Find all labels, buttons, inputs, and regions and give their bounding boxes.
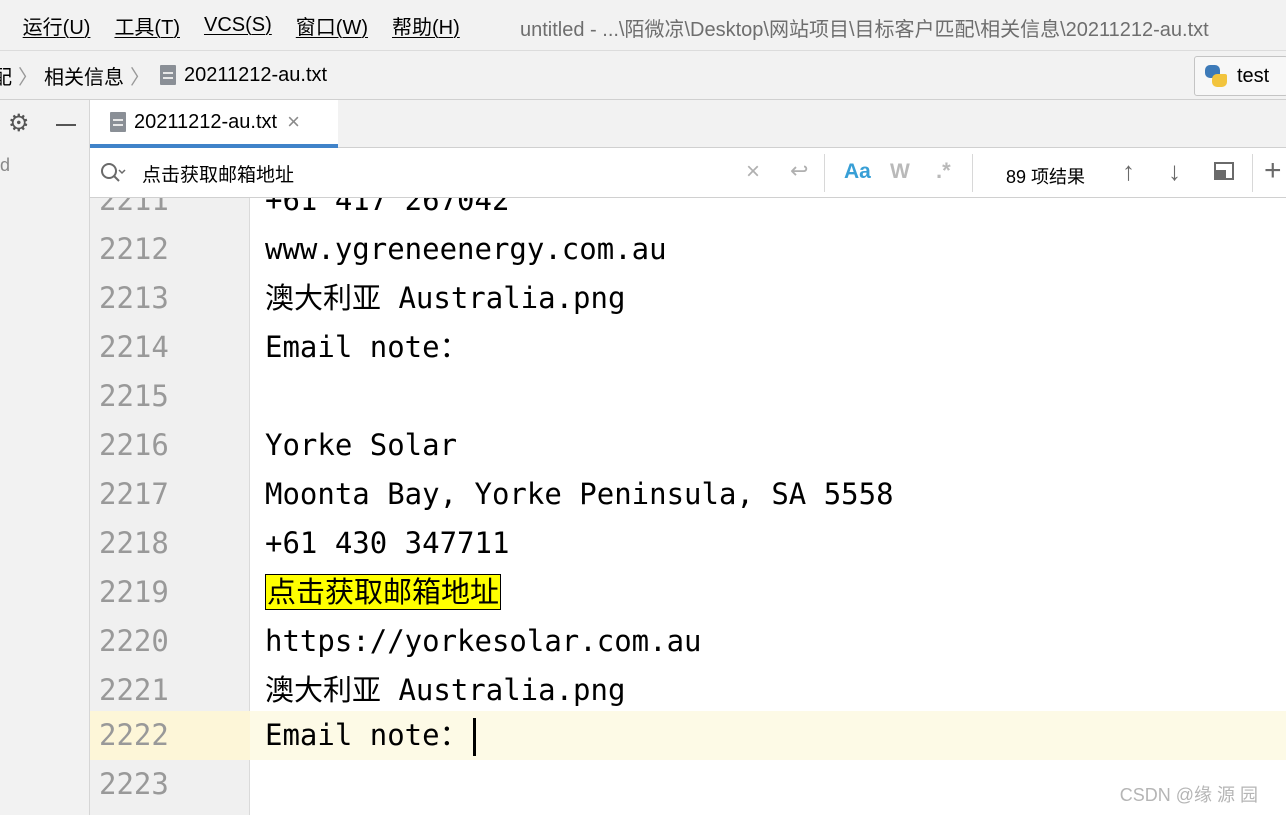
line-text[interactable]: 澳大利亚 Australia.png bbox=[265, 274, 625, 323]
search-match-highlight[interactable]: 点击获取邮箱地址 bbox=[265, 574, 502, 610]
gear-icon[interactable]: ⚙ bbox=[8, 112, 30, 136]
editor-line[interactable]: 2211 +61 417 267042 bbox=[90, 198, 1286, 225]
editor-line[interactable]: 2213 澳大利亚 Australia.png bbox=[90, 274, 1286, 323]
tab-20211212-au[interactable]: 20211212-au.txt × bbox=[90, 100, 338, 148]
text-file-icon bbox=[110, 112, 126, 132]
clear-icon[interactable]: × bbox=[746, 158, 760, 186]
line-text[interactable]: 澳大利亚 Australia.png bbox=[265, 666, 625, 715]
breadcrumb-separator-icon: 〉 bbox=[130, 66, 150, 89]
search-icon[interactable] bbox=[100, 161, 126, 185]
divider bbox=[1252, 154, 1253, 192]
divider bbox=[824, 154, 825, 192]
close-icon[interactable]: × bbox=[287, 109, 300, 135]
find-bar: 点击获取邮箱地址 × ↩ Aa W .* 89 项结果 ↑ ↓ + bbox=[90, 148, 1286, 198]
line-number: 2214 bbox=[99, 330, 169, 364]
editor-line[interactable]: 2218 +61 430 347711 bbox=[90, 519, 1286, 568]
project-panel-strip bbox=[0, 100, 90, 815]
line-text[interactable]: Email note： bbox=[265, 711, 476, 760]
line-number: 2222 bbox=[90, 711, 250, 760]
line-number: 2217 bbox=[99, 477, 169, 511]
menu-item-partial[interactable]: ) bbox=[0, 14, 1, 37]
line-number: 2213 bbox=[99, 281, 169, 315]
search-input[interactable]: 点击获取邮箱地址 bbox=[142, 160, 742, 187]
line-number: 2220 bbox=[99, 624, 169, 658]
previous-occurrence-icon[interactable]: ↑ bbox=[1122, 156, 1135, 187]
menu-item-tools[interactable]: 工具(T) bbox=[114, 11, 180, 40]
tab-label: 20211212-au.txt bbox=[134, 110, 278, 133]
editor-line[interactable]: 2216 Yorke Solar bbox=[90, 421, 1286, 470]
line-number: 2218 bbox=[99, 526, 169, 560]
new-line-icon[interactable]: ↩ bbox=[790, 158, 808, 184]
run-config-selector[interactable]: test bbox=[1194, 56, 1286, 96]
breadcrumb-partial[interactable]: 配 bbox=[0, 61, 12, 90]
menu-item-window[interactable]: 窗口(W) bbox=[296, 11, 368, 40]
editor-tab-bar: 20211212-au.txt × bbox=[90, 100, 1286, 148]
line-number: 2212 bbox=[99, 232, 169, 266]
line-text[interactable]: +61 417 267042 bbox=[265, 198, 509, 225]
line-number: 2211 bbox=[99, 198, 169, 217]
regex-toggle[interactable]: .* bbox=[936, 158, 951, 184]
line-text[interactable]: Moonta Bay, Yorke Peninsula, SA 5558 bbox=[265, 470, 894, 519]
line-text-content: Email note： bbox=[265, 718, 469, 752]
line-text[interactable]: +61 430 347711 bbox=[265, 519, 509, 568]
menu-item-help[interactable]: 帮助(H) bbox=[392, 11, 460, 40]
editor-line[interactable]: 2212 www.ygreneenergy.com.au bbox=[90, 225, 1286, 274]
whole-words-toggle[interactable]: W bbox=[890, 160, 910, 184]
editor-line[interactable]: 2214 Email note： bbox=[90, 323, 1286, 372]
minimize-icon[interactable] bbox=[56, 124, 76, 126]
line-number: 2223 bbox=[99, 767, 169, 801]
breadcrumb-file[interactable]: 20211212-au.txt bbox=[184, 64, 327, 87]
editor-line[interactable]: 2217 Moonta Bay, Yorke Peninsula, SA 555… bbox=[90, 470, 1286, 519]
line-text[interactable]: https://yorkesolar.com.au bbox=[265, 617, 702, 666]
editor-area[interactable]: 2211 +61 417 267042 2212 www.ygreneenerg… bbox=[90, 198, 1286, 815]
line-text[interactable]: www.ygreneenergy.com.au bbox=[265, 225, 667, 274]
line-text[interactable]: Yorke Solar bbox=[265, 421, 457, 470]
result-count: 89 项结果 bbox=[1006, 167, 1086, 187]
divider bbox=[972, 154, 973, 192]
text-caret bbox=[472, 718, 476, 756]
editor-line[interactable]: 2221 澳大利亚 Australia.png bbox=[90, 666, 1286, 715]
select-all-occurrences-icon[interactable] bbox=[1214, 162, 1234, 180]
project-panel-partial-text: d bbox=[0, 155, 11, 175]
run-config-label: test bbox=[1237, 64, 1270, 87]
editor-line[interactable]: 2223 bbox=[90, 760, 1286, 809]
text-file-icon bbox=[160, 65, 176, 85]
breadcrumb-separator-icon: 〉 bbox=[18, 66, 38, 89]
breadcrumb: 配 〉 相关信息 〉 20211212-au.txt test bbox=[0, 50, 1286, 100]
menu-item-run[interactable]: 运行(U) bbox=[23, 11, 91, 40]
line-number: 2216 bbox=[99, 428, 169, 462]
editor-line[interactable]: 2215 bbox=[90, 372, 1286, 421]
watermark: CSDN @缘 源 园 bbox=[1119, 785, 1258, 805]
line-text[interactable]: Email note： bbox=[265, 323, 469, 372]
menu-item-vcs[interactable]: VCS(S) bbox=[204, 14, 272, 37]
line-number: 2215 bbox=[99, 379, 169, 413]
python-icon bbox=[1205, 65, 1227, 87]
add-icon[interactable]: + bbox=[1264, 154, 1282, 188]
match-case-toggle[interactable]: Aa bbox=[844, 160, 871, 184]
next-occurrence-icon[interactable]: ↓ bbox=[1168, 156, 1181, 187]
menu-bar: ) 运行(U) 工具(T) VCS(S) 窗口(W) 帮助(H) untitle… bbox=[0, 0, 1286, 50]
line-number: 2219 bbox=[99, 575, 169, 609]
editor-line[interactable]: 2220 https://yorkesolar.com.au bbox=[90, 617, 1286, 666]
editor-line-current[interactable]: 2222 Email note： bbox=[90, 711, 1286, 760]
editor-line[interactable]: 2219 点击获取邮箱地址 bbox=[90, 568, 1286, 617]
window-title: untitled - ...\陌微凉\Desktop\网站项目\目标客户匹配\相… bbox=[520, 19, 1209, 41]
line-text[interactable]: 点击获取邮箱地址 bbox=[265, 568, 502, 617]
line-number: 2221 bbox=[99, 673, 169, 707]
breadcrumb-folder[interactable]: 相关信息 bbox=[44, 61, 124, 90]
